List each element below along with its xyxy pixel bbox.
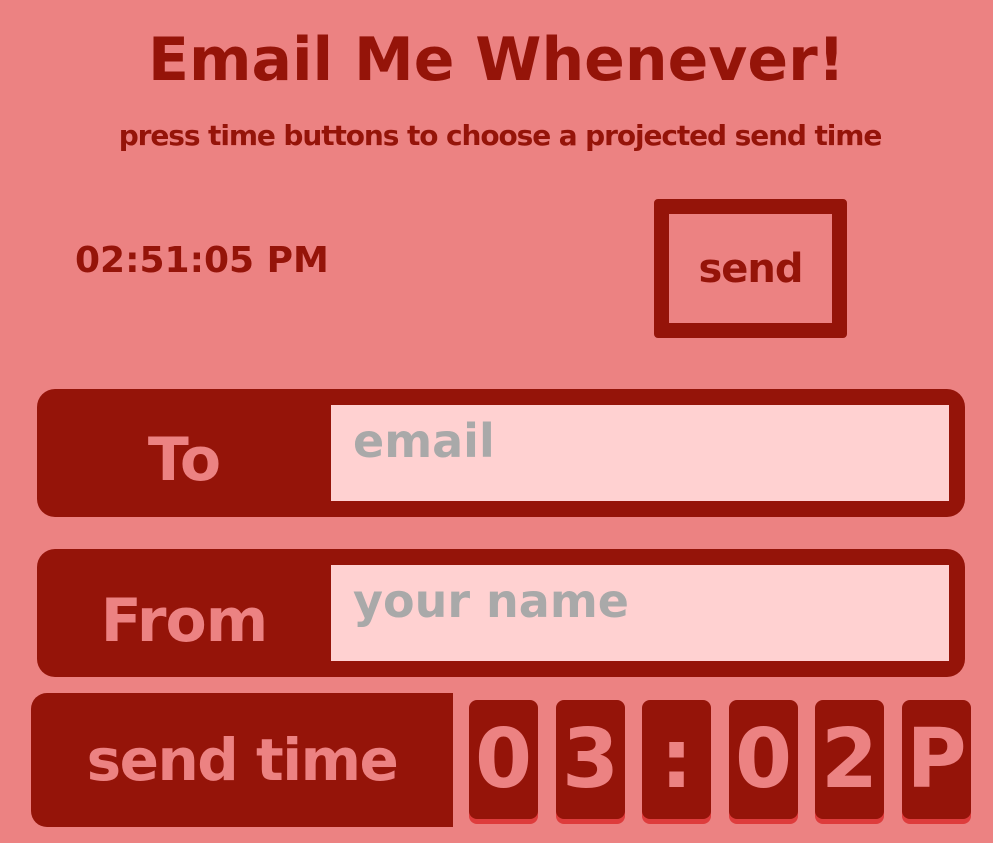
page-subtitle: press time buttons to choose a projected…: [118, 119, 883, 152]
minute-tens-button[interactable]: 0: [729, 700, 798, 819]
from-label: From: [100, 586, 268, 656]
send-button[interactable]: send: [654, 199, 847, 338]
time-separator: :: [642, 700, 711, 819]
email-input[interactable]: [331, 405, 949, 501]
current-time-display: 02:51:05 PM: [75, 240, 329, 281]
page-title: Email Me Whenever!: [147, 25, 846, 95]
ampm-toggle-button[interactable]: P: [902, 700, 971, 819]
minute-ones-button[interactable]: 2: [815, 700, 884, 819]
send-time-label: send time: [31, 693, 453, 827]
from-field-row: From: [37, 549, 965, 677]
hour-ones-button[interactable]: 3: [556, 700, 625, 819]
name-input[interactable]: [331, 565, 949, 661]
to-label: To: [147, 425, 221, 495]
hour-tens-button[interactable]: 0: [469, 700, 538, 819]
to-field-row: To: [37, 389, 965, 517]
